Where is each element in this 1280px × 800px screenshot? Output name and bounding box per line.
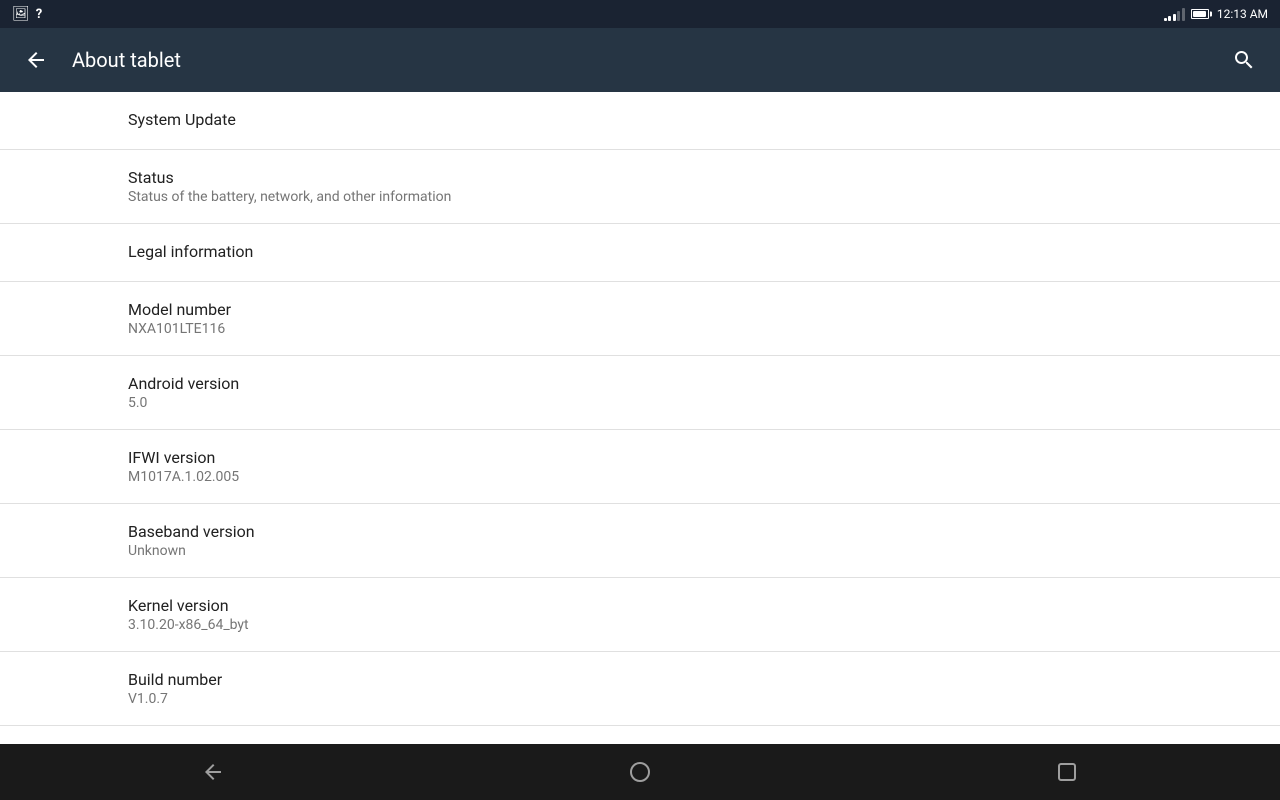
app-bar: About tablet — [0, 28, 1280, 92]
settings-item-build-number[interactable]: Build number V1.0.7 — [0, 652, 1280, 726]
nav-bar — [0, 744, 1280, 800]
search-icon — [1232, 48, 1256, 72]
settings-item-subtitle: Unknown — [128, 543, 1152, 559]
settings-item-subtitle: Status of the battery, network, and othe… — [128, 189, 1152, 205]
settings-item-model-number: Model number NXA101LTE116 — [0, 282, 1280, 356]
back-arrow-icon — [24, 48, 48, 72]
nav-recent-icon — [1056, 761, 1078, 783]
settings-item-title: Model number — [128, 300, 1152, 319]
settings-item-title: IFWI version — [128, 448, 1152, 467]
signal-icon — [1164, 7, 1185, 21]
status-time: 12:13 AM — [1217, 7, 1268, 21]
status-bar-right: 12:13 AM — [1164, 7, 1268, 21]
status-bar: 🖼 ? 12:13 AM — [0, 0, 1280, 28]
settings-content: System Update Status Status of the batte… — [0, 92, 1280, 744]
info-icon: ? — [36, 7, 42, 22]
status-bar-left-icons: 🖼 ? — [12, 6, 42, 22]
settings-item-subtitle: 5.0 — [128, 395, 1152, 411]
settings-item-legal-information[interactable]: Legal information — [0, 224, 1280, 282]
nav-recent-button[interactable] — [1037, 752, 1097, 792]
search-button[interactable] — [1224, 40, 1264, 80]
settings-item-subtitle: 3.10.20-x86_64_byt — [128, 617, 1152, 633]
settings-item-title: Build number — [128, 670, 1152, 689]
nav-home-icon — [628, 760, 652, 784]
settings-item-android-version: Android version 5.0 — [0, 356, 1280, 430]
settings-item-subtitle: V1.0.7 — [128, 691, 1152, 707]
settings-item-kernel-version: Kernel version 3.10.20-x86_64_byt — [0, 578, 1280, 652]
settings-item-subtitle: M1017A.1.02.005 — [128, 469, 1152, 485]
back-button[interactable] — [16, 40, 56, 80]
settings-item-title: Baseband version — [128, 522, 1152, 541]
nav-home-button[interactable] — [610, 752, 670, 792]
settings-item-ifwi-version: IFWI version M1017A.1.02.005 — [0, 430, 1280, 504]
picture-icon: 🖼 — [12, 6, 30, 22]
nav-back-button[interactable] — [183, 752, 243, 792]
settings-item-baseband-version: Baseband version Unknown — [0, 504, 1280, 578]
settings-item-subtitle: NXA101LTE116 — [128, 321, 1152, 337]
settings-item-title: Status — [128, 168, 1152, 187]
settings-item-title: Android version — [128, 374, 1152, 393]
settings-item-title: Kernel version — [128, 596, 1152, 615]
settings-item-title: System Update — [128, 110, 1152, 129]
battery-icon — [1191, 9, 1209, 19]
nav-back-icon — [201, 760, 225, 784]
settings-item-system-update[interactable]: System Update — [0, 92, 1280, 150]
app-bar-title: About tablet — [72, 48, 1224, 72]
settings-item-title: Legal information — [128, 242, 1152, 261]
settings-item-status[interactable]: Status Status of the battery, network, a… — [0, 150, 1280, 224]
